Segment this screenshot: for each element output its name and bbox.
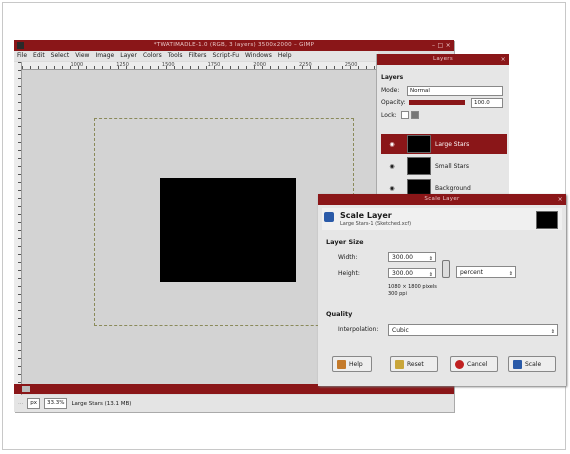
dialog-titlebar[interactable]: Scale Layer ×	[318, 194, 566, 205]
status-message: Large Stars (13.1 MB)	[71, 400, 132, 407]
zoom-select[interactable]: 33.3%	[44, 398, 68, 409]
size-info: 1080 × 1800 pixels	[388, 284, 437, 290]
height-input[interactable]: 300.00 ⇕	[388, 268, 436, 278]
ruler-label: 2250	[299, 62, 312, 68]
interpolation-select[interactable]: Cubic ⇕	[388, 324, 558, 336]
unit-value: percent	[460, 269, 483, 276]
mode-label: Mode:	[381, 87, 400, 94]
layers-heading: Layers	[381, 74, 404, 81]
menu-windows[interactable]: Windows	[245, 51, 272, 61]
close-icon[interactable]: ×	[501, 56, 506, 63]
pointer-coords-placeholder: ···	[18, 400, 24, 407]
menu-script-fu[interactable]: Script-Fu	[213, 51, 240, 61]
height-label: Height:	[338, 270, 360, 277]
opacity-label: Opacity:	[381, 99, 406, 106]
mode-select[interactable]: Normal	[407, 86, 503, 96]
reset-button-label: Reset	[407, 360, 424, 368]
menu-select[interactable]: Select	[51, 51, 70, 61]
lock-alpha-checkbox[interactable]	[411, 111, 419, 119]
dialog-header: Scale Layer Large Stars-1 (Sketched.xcf)	[322, 208, 562, 230]
cancel-button[interactable]: Cancel	[450, 356, 498, 372]
scroll-left-arrow[interactable]	[22, 386, 30, 392]
layers-window-title: Layers	[433, 56, 453, 62]
ruler-label: 2000	[253, 62, 267, 68]
opacity-slider[interactable]	[409, 100, 465, 105]
gimp-app-icon	[17, 42, 24, 49]
menu-file[interactable]: File	[17, 51, 27, 61]
scale-button[interactable]: Scale	[508, 356, 556, 372]
lock-label: Lock:	[381, 112, 397, 119]
spin-arrows-icon[interactable]: ⇕	[429, 270, 433, 280]
layer-name: Small Stars	[435, 162, 470, 170]
chain-link-icon[interactable]	[442, 260, 450, 278]
lock-pixels-checkbox[interactable]	[401, 111, 409, 119]
status-bar: ··· px 33.3% Large Stars (13.1 MB)	[14, 395, 454, 412]
ruler-label: 1000	[70, 62, 84, 68]
interpolation-value: Cubic	[392, 327, 409, 334]
width-value: 300.00	[392, 254, 413, 261]
menu-colors[interactable]: Colors	[143, 51, 162, 61]
menu-view[interactable]: View	[75, 51, 89, 61]
dialog-window-title: Scale Layer	[424, 196, 460, 202]
help-button-label: Help	[349, 360, 363, 368]
menu-tools[interactable]: Tools	[168, 51, 183, 61]
layer-thumbnail	[407, 157, 431, 175]
layer-preview-thumbnail	[536, 211, 558, 229]
dialog-title: Scale Layer	[340, 211, 392, 220]
ruler-labels: 1000 1250 1500 1750 2000 2250 2500	[54, 62, 374, 68]
vertical-ruler[interactable]	[14, 62, 22, 404]
menu-bar: File Edit Select View Image Layer Colors…	[14, 51, 378, 61]
help-button[interactable]: Help	[332, 356, 372, 372]
help-icon	[337, 359, 346, 369]
scale-layer-dialog: Scale Layer × Scale Layer Large Stars-1 …	[318, 194, 566, 386]
units-select[interactable]: px	[27, 398, 40, 409]
scale-icon	[513, 359, 522, 369]
layers-titlebar[interactable]: Layers ×	[377, 54, 509, 65]
menu-layer[interactable]: Layer	[120, 51, 137, 61]
layers-dock: Layers × Layers Mode: Normal Opacity: 10…	[376, 54, 509, 212]
cancel-icon	[455, 359, 464, 369]
close-icon[interactable]: ×	[558, 196, 563, 203]
menu-filters[interactable]: Filters	[189, 51, 207, 61]
dialog-subtitle: Large Stars-1 (Sketched.xcf)	[340, 221, 412, 227]
spin-arrows-icon[interactable]: ⇕	[429, 254, 433, 264]
visibility-eye-icon[interactable]: ◉	[381, 141, 403, 148]
ruler-label: 1500	[161, 62, 175, 68]
quality-heading: Quality	[326, 310, 353, 318]
layer-name: Large Stars	[435, 140, 470, 148]
reset-icon	[395, 359, 404, 369]
menu-help[interactable]: Help	[278, 51, 292, 61]
opacity-input[interactable]: 100.0	[471, 98, 503, 108]
ruler-label: 1250	[116, 62, 129, 68]
layer-row-small-stars[interactable]: ◉ Small Stars	[381, 156, 507, 176]
interpolation-label: Interpolation:	[338, 326, 379, 333]
active-layer-content[interactable]	[160, 178, 296, 282]
width-input[interactable]: 300.00 ⇕	[388, 252, 436, 262]
scale-button-label: Scale	[525, 360, 542, 368]
height-value: 300.00	[392, 270, 413, 277]
width-label: Width:	[338, 254, 358, 261]
layer-size-heading: Layer Size	[326, 238, 364, 246]
menu-image[interactable]: Image	[95, 51, 114, 61]
window-controls[interactable]: – □ ×	[432, 42, 451, 49]
chevron-down-icon: ⇕	[550, 329, 555, 335]
menu-edit[interactable]: Edit	[33, 51, 45, 61]
chevron-down-icon: ⇕	[508, 271, 513, 277]
layer-row-large-stars[interactable]: ◉ Large Stars	[381, 134, 507, 154]
cancel-button-label: Cancel	[467, 360, 488, 368]
visibility-eye-icon[interactable]: ◉	[381, 185, 403, 192]
window-title: *TWATIMADLE-1.0 (RGB, 3 layers) 3500x200…	[153, 42, 315, 48]
layer-thumbnail	[407, 135, 431, 153]
unit-select[interactable]: percent ⇕	[456, 266, 516, 278]
scale-tool-icon	[324, 212, 334, 222]
ruler-label: 2500	[344, 62, 358, 68]
ppi-info: 300 ppi	[388, 291, 407, 297]
reset-button[interactable]: Reset	[390, 356, 438, 372]
ruler-label: 1750	[207, 62, 221, 68]
image-window-titlebar[interactable]: *TWATIMADLE-1.0 (RGB, 3 layers) 3500x200…	[14, 40, 454, 51]
layer-name: Background	[435, 184, 471, 192]
visibility-eye-icon[interactable]: ◉	[381, 163, 403, 170]
